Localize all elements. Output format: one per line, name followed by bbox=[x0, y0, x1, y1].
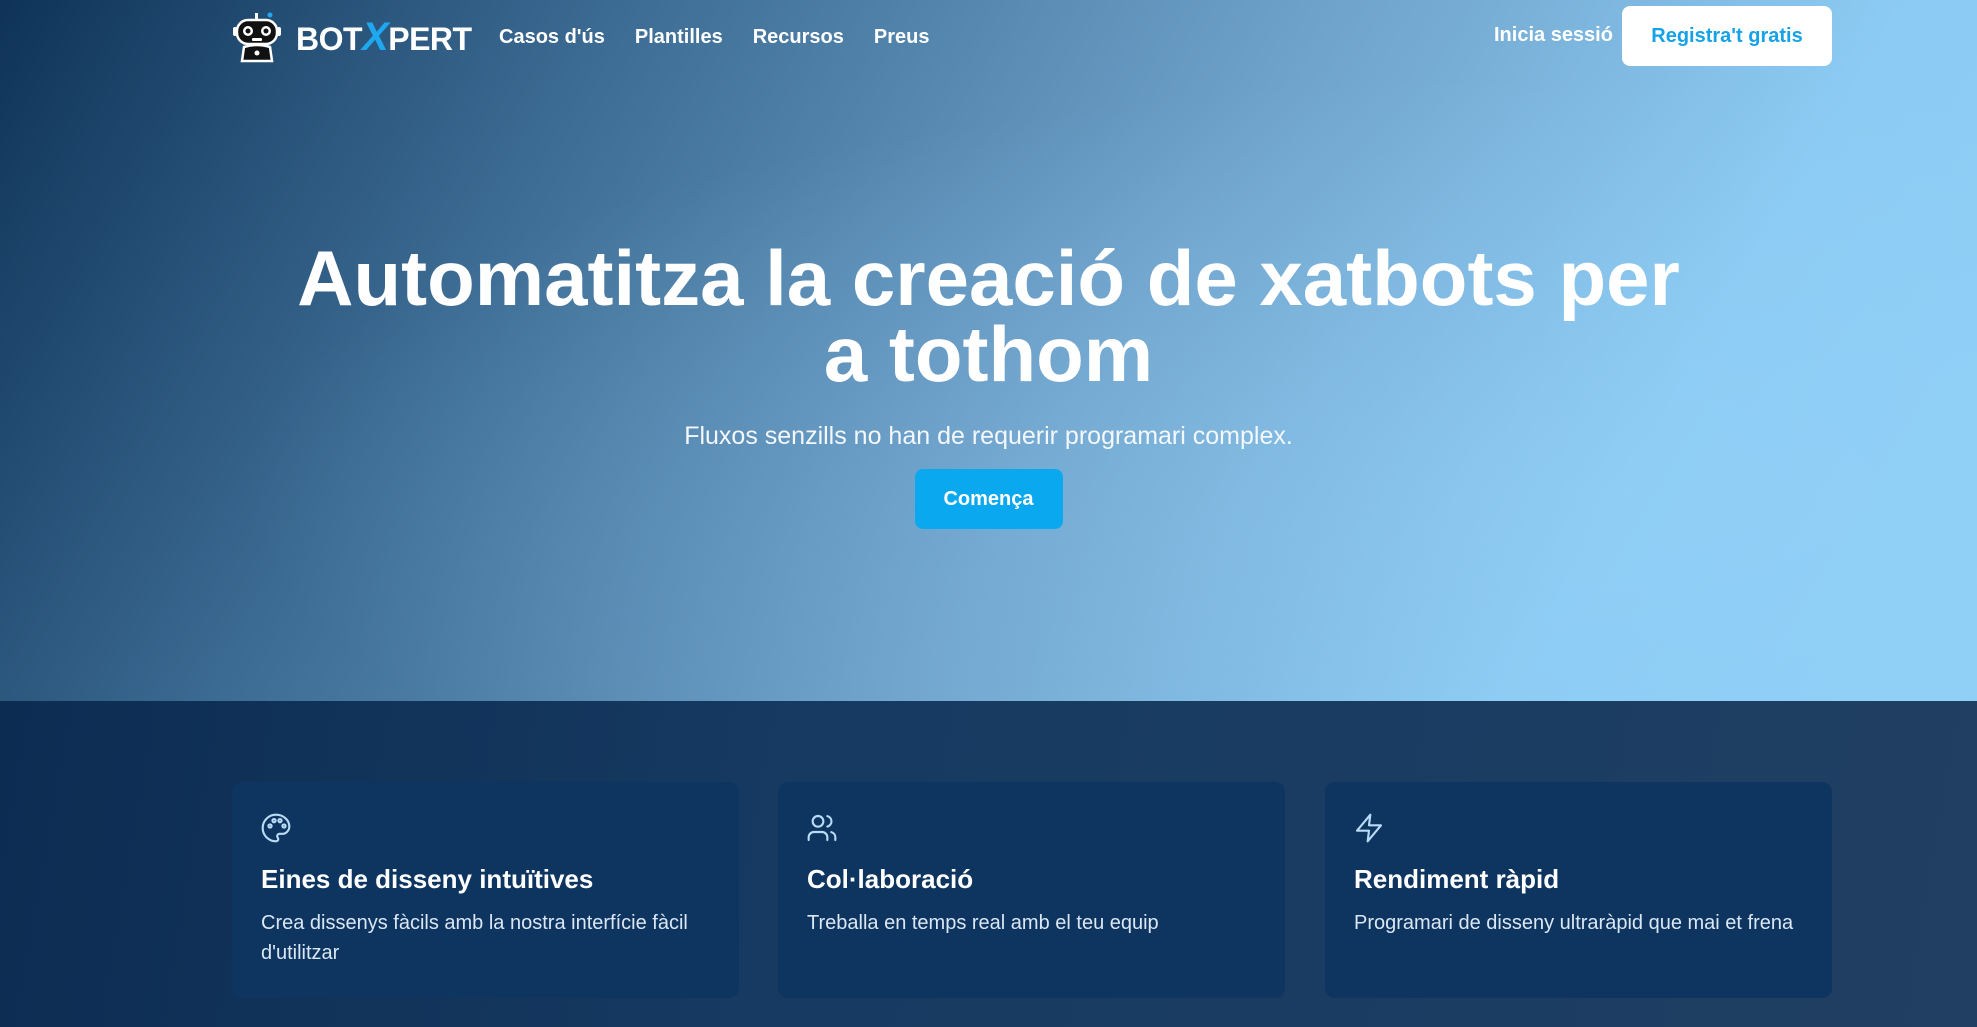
feature-description: Programari de disseny ultraràpid que mai… bbox=[1354, 912, 1794, 934]
signup-button[interactable]: Registra't gratis bbox=[1622, 6, 1832, 66]
feature-title: Eines de disseny intuïtives bbox=[261, 864, 594, 894]
hero-content: Automatitza la creació de xatbots per a … bbox=[0, 234, 1977, 529]
hero-subtitle: Fluxos senzills no han de requerir progr… bbox=[684, 422, 1293, 450]
login-link[interactable]: Inicia sessió bbox=[1494, 24, 1613, 47]
features-section: Eines de disseny intuïtives Crea disseny… bbox=[0, 701, 1977, 1027]
lightning-icon bbox=[1355, 813, 1383, 843]
feature-card-collaboration: Col·laboració Treballa en temps real amb… bbox=[778, 782, 1285, 998]
nav-link-plantilles[interactable]: Plantilles bbox=[635, 26, 723, 49]
feature-card-performance: Rendiment ràpid Programari de disseny ul… bbox=[1325, 782, 1832, 998]
feature-description: Treballa en temps real amb el teu equip bbox=[807, 912, 1159, 934]
brand-name-suffix: PERT bbox=[388, 20, 472, 57]
main-menu: Casos d'ús Plantilles Recursos Preus bbox=[499, 0, 929, 74]
feature-description: Crea dissenys fàcils amb la nostra inter… bbox=[261, 912, 688, 964]
feature-title: Rendiment ràpid bbox=[1354, 864, 1560, 894]
robot-icon bbox=[233, 12, 281, 63]
users-icon bbox=[807, 814, 837, 842]
feature-title: Col·laboració bbox=[807, 864, 974, 894]
top-navigation: BOTXPERT Casos d'ús Plantilles Recursos … bbox=[0, 0, 1977, 74]
nav-link-casos-dus[interactable]: Casos d'ús bbox=[499, 26, 605, 49]
get-started-button[interactable]: Comença bbox=[914, 469, 1063, 529]
nav-link-recursos[interactable]: Recursos bbox=[753, 26, 844, 49]
brand-logo[interactable]: BOTXPERT bbox=[232, 10, 472, 64]
brand-name-x: X bbox=[362, 14, 389, 59]
brand-name-prefix: BOT bbox=[296, 20, 363, 57]
palette-icon bbox=[261, 813, 291, 843]
brand-wordmark: BOTXPERT bbox=[296, 15, 472, 60]
hero-title: Automatitza la creació de xatbots per a … bbox=[297, 234, 1680, 398]
nav-link-preus[interactable]: Preus bbox=[874, 26, 930, 49]
feature-card-design-tools: Eines de disseny intuïtives Crea disseny… bbox=[232, 782, 739, 998]
